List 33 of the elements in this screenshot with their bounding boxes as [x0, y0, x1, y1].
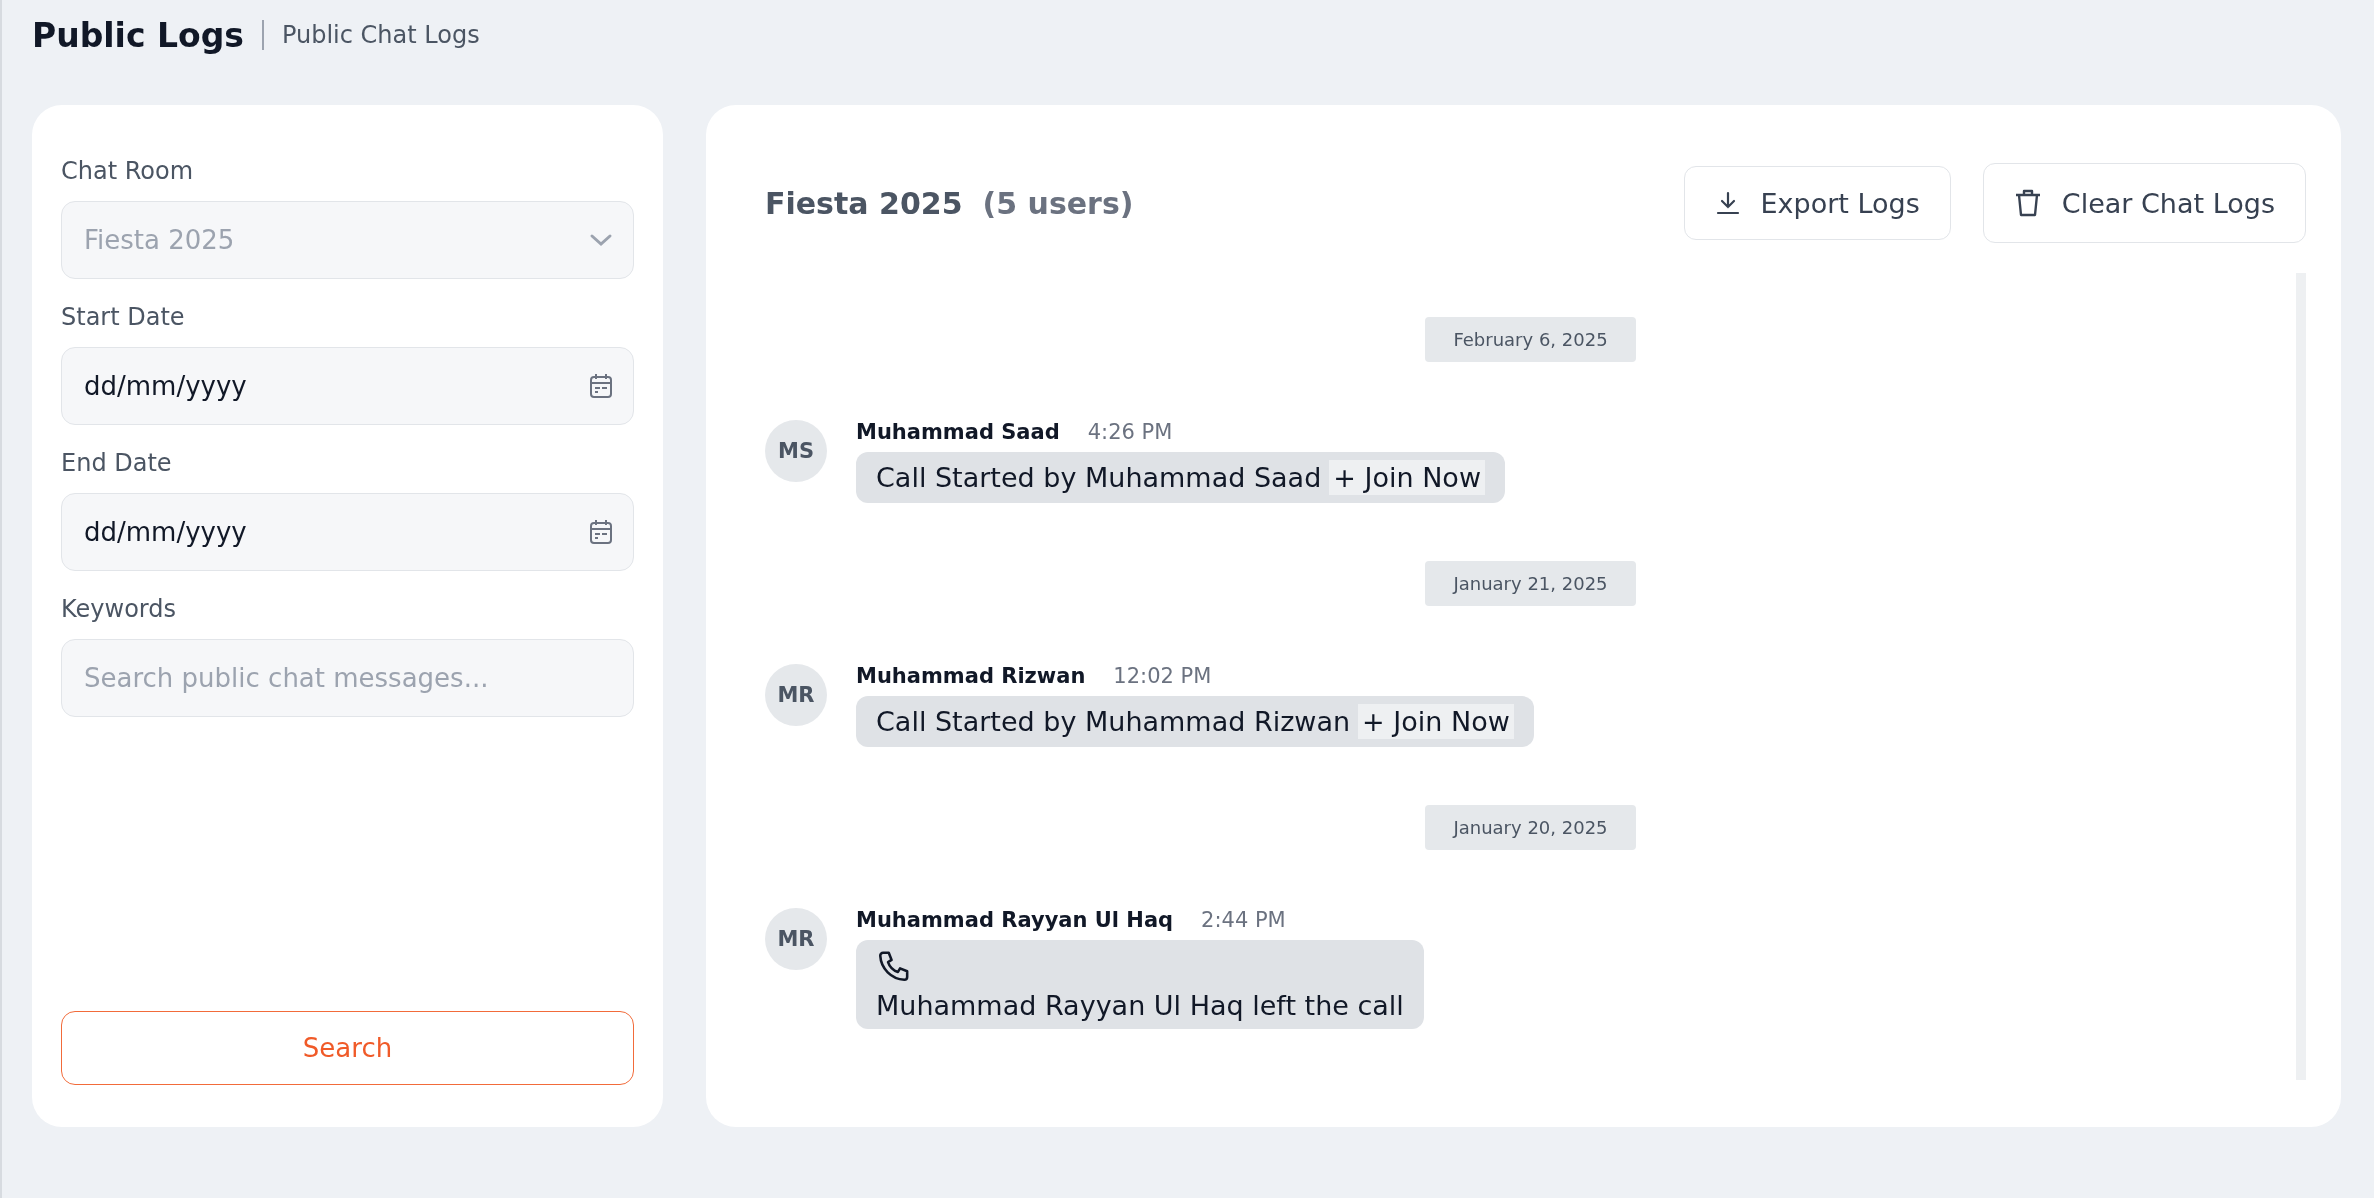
date-field[interactable]: dd/mm/yyyy — [61, 493, 634, 571]
message-text: Call Started by Muhammad Saad — [876, 462, 1322, 493]
field-label: Chat Room — [61, 157, 195, 185]
field-label: End Date — [61, 449, 173, 477]
user-count: (5 users) — [982, 185, 1134, 221]
sender-name: Muhammad Rizwan — [856, 664, 1086, 688]
keywords-field[interactable]: Search public chat messages... — [61, 639, 634, 717]
sender-name: Muhammad Saad — [856, 420, 1060, 444]
chevron-down-icon — [589, 233, 613, 247]
download-icon — [1714, 190, 1741, 216]
message-time: 2:44 PM — [1201, 908, 1286, 932]
breadcrumb: Public Chat Logs — [281, 21, 480, 49]
avatar: MR — [765, 908, 827, 970]
avatar: MR — [765, 664, 827, 726]
message-time: 4:26 PM — [1087, 420, 1173, 444]
date-field[interactable]: dd/mm/yyyy — [61, 347, 634, 425]
message-text: Call Started by Muhammad Rizwan — [876, 706, 1351, 737]
clear-chat-logs-button[interactable]: Clear Chat Logs — [1982, 163, 2306, 243]
phone-icon — [876, 950, 910, 984]
avatar: MS — [765, 420, 827, 482]
field-label: Start Date — [61, 303, 186, 331]
message-text: Muhammad Rayyan Ul Haq left the call — [876, 990, 1404, 1021]
page-title: Public Logs — [32, 15, 244, 55]
calendar-icon — [589, 519, 613, 545]
calendar-icon — [589, 373, 613, 399]
sender-name: Muhammad Rayyan Ul Haq — [856, 908, 1174, 932]
join-now-link[interactable]: + Join Now — [1329, 460, 1485, 495]
export-logs-button[interactable]: Export Logs — [1683, 166, 1951, 240]
field-label: Keywords — [61, 595, 177, 623]
join-now-link[interactable]: + Join Now — [1358, 704, 1514, 739]
room-title: Fiesta 2025 — [765, 185, 963, 221]
message-time: 12:02 PM — [1113, 664, 1212, 688]
trash-icon — [2013, 188, 2042, 218]
